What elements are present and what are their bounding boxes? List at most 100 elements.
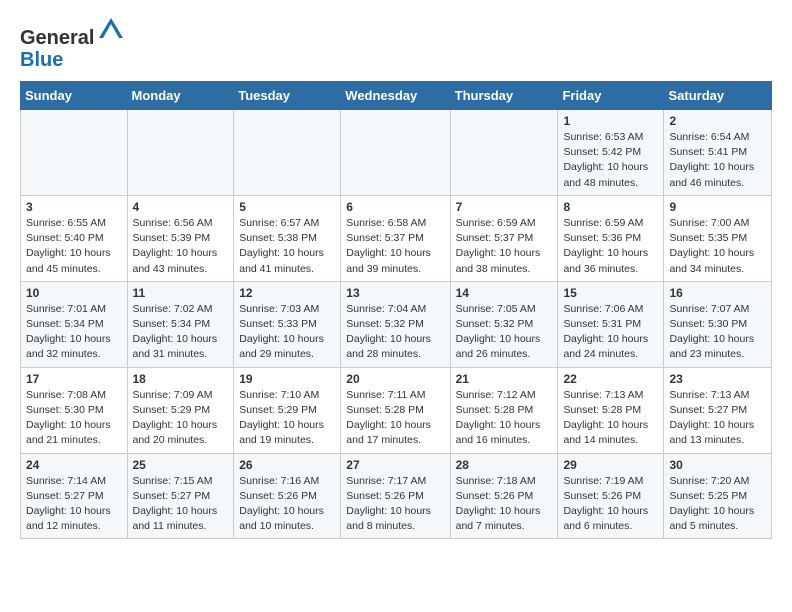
day-number: 18: [133, 372, 229, 386]
day-info: Sunrise: 7:05 AM Sunset: 5:32 PM Dayligh…: [456, 302, 553, 363]
day-number: 1: [563, 114, 658, 128]
calendar-cell: [234, 110, 341, 196]
day-number: 4: [133, 200, 229, 214]
day-number: 24: [26, 458, 122, 472]
calendar-cell: [21, 110, 128, 196]
day-number: 21: [456, 372, 553, 386]
weekday-header: Thursday: [450, 82, 558, 110]
logo-icon: [97, 16, 125, 44]
calendar-cell: 15 Sunrise: 7:06 AM Sunset: 5:31 PM Dayli…: [558, 281, 664, 367]
day-info: Sunrise: 7:02 AM Sunset: 5:34 PM Dayligh…: [133, 302, 229, 363]
day-number: 2: [669, 114, 766, 128]
day-info: Sunrise: 6:56 AM Sunset: 5:39 PM Dayligh…: [133, 216, 229, 277]
calendar-cell: 25Sunrise: 7:15 AM Sunset: 5:27 PM Dayli…: [127, 453, 234, 539]
header: General Blue: [20, 16, 772, 71]
calendar-cell: 9 Sunrise: 7:00 AM Sunset: 5:35 PM Daylig…: [664, 195, 772, 281]
day-number: 12: [239, 286, 335, 300]
calendar-cell: 3 Sunrise: 6:55 AM Sunset: 5:40 PM Daylig…: [21, 195, 128, 281]
calendar-cell: 20 Sunrise: 7:11 AM Sunset: 5:28 PM Dayli…: [341, 367, 450, 453]
day-number: 15: [563, 286, 658, 300]
day-number: 13: [346, 286, 444, 300]
day-number: 8: [563, 200, 658, 214]
day-number: 20: [346, 372, 444, 386]
calendar-cell: 6 Sunrise: 6:58 AM Sunset: 5:37 PM Daylig…: [341, 195, 450, 281]
day-info: Sunrise: 7:06 AM Sunset: 5:31 PM Dayligh…: [563, 302, 658, 363]
calendar-cell: 23 Sunrise: 7:13 AM Sunset: 5:27 PM Dayli…: [664, 367, 772, 453]
calendar-cell: 22 Sunrise: 7:13 AM Sunset: 5:28 PM Dayli…: [558, 367, 664, 453]
logo-general: General: [20, 27, 94, 49]
calendar-cell: 17 Sunrise: 7:08 AM Sunset: 5:30 PM Dayli…: [21, 367, 128, 453]
day-info: Sunrise: 7:01 AM Sunset: 5:34 PM Dayligh…: [26, 302, 122, 363]
calendar-cell: 4 Sunrise: 6:56 AM Sunset: 5:39 PM Daylig…: [127, 195, 234, 281]
day-info: Sunrise: 7:19 AM Sunset: 5:26 PM Dayligh…: [563, 474, 658, 535]
day-number: 23: [669, 372, 766, 386]
day-info: Sunrise: 7:13 AM Sunset: 5:27 PM Dayligh…: [669, 388, 766, 449]
day-info: Sunrise: 6:53 AM Sunset: 5:42 PM Dayligh…: [563, 130, 658, 191]
calendar-cell: 14 Sunrise: 7:05 AM Sunset: 5:32 PM Dayli…: [450, 281, 558, 367]
day-number: 19: [239, 372, 335, 386]
day-info: Sunrise: 7:13 AM Sunset: 5:28 PM Dayligh…: [563, 388, 658, 449]
weekday-header: Saturday: [664, 82, 772, 110]
day-number: 22: [563, 372, 658, 386]
day-info: Sunrise: 7:12 AM Sunset: 5:28 PM Dayligh…: [456, 388, 553, 449]
day-number: 9: [669, 200, 766, 214]
calendar-cell: 28 Sunrise: 7:18 AM Sunset: 5:26 PM Dayli…: [450, 453, 558, 539]
day-number: 7: [456, 200, 553, 214]
calendar-cell: [127, 110, 234, 196]
day-info: Sunrise: 7:03 AM Sunset: 5:33 PM Dayligh…: [239, 302, 335, 363]
weekday-header: Monday: [127, 82, 234, 110]
day-number: 28: [456, 458, 553, 472]
day-number: 5: [239, 200, 335, 214]
calendar-cell: 10 Sunrise: 7:01 AM Sunset: 5:34 PM Dayli…: [21, 281, 128, 367]
calendar-cell: 21 Sunrise: 7:12 AM Sunset: 5:28 PM Dayli…: [450, 367, 558, 453]
day-info: Sunrise: 7:09 AM Sunset: 5:29 PM Dayligh…: [133, 388, 229, 449]
day-info: Sunrise: 7:14 AM Sunset: 5:27 PM Dayligh…: [26, 474, 122, 535]
weekday-header: Friday: [558, 82, 664, 110]
day-info: Sunrise: 6:59 AM Sunset: 5:37 PM Dayligh…: [456, 216, 553, 277]
day-info: Sunrise: 7:15 AM Sunset: 5:27 PM Dayligh…: [133, 474, 229, 535]
calendar-cell: 13 Sunrise: 7:04 AM Sunset: 5:32 PM Dayli…: [341, 281, 450, 367]
calendar-cell: 5Sunrise: 6:57 AM Sunset: 5:38 PM Daylig…: [234, 195, 341, 281]
calendar-cell: [341, 110, 450, 196]
calendar-cell: [450, 110, 558, 196]
day-info: Sunrise: 7:18 AM Sunset: 5:26 PM Dayligh…: [456, 474, 553, 535]
calendar-cell: 1 Sunrise: 6:53 AM Sunset: 5:42 PM Daylig…: [558, 110, 664, 196]
logo: General Blue: [20, 16, 125, 71]
day-info: Sunrise: 7:16 AM Sunset: 5:26 PM Dayligh…: [239, 474, 335, 535]
logo-blue: Blue: [20, 49, 63, 71]
day-number: 11: [133, 286, 229, 300]
day-info: Sunrise: 6:55 AM Sunset: 5:40 PM Dayligh…: [26, 216, 122, 277]
calendar-cell: 7 Sunrise: 6:59 AM Sunset: 5:37 PM Daylig…: [450, 195, 558, 281]
day-number: 3: [26, 200, 122, 214]
weekday-header: Wednesday: [341, 82, 450, 110]
day-info: Sunrise: 6:59 AM Sunset: 5:36 PM Dayligh…: [563, 216, 658, 277]
calendar-cell: 2Sunrise: 6:54 AM Sunset: 5:41 PM Daylig…: [664, 110, 772, 196]
day-number: 6: [346, 200, 444, 214]
day-number: 30: [669, 458, 766, 472]
day-info: Sunrise: 7:00 AM Sunset: 5:35 PM Dayligh…: [669, 216, 766, 277]
day-number: 17: [26, 372, 122, 386]
weekday-header: Tuesday: [234, 82, 341, 110]
calendar-cell: 19Sunrise: 7:10 AM Sunset: 5:29 PM Dayli…: [234, 367, 341, 453]
calendar-cell: 29 Sunrise: 7:19 AM Sunset: 5:26 PM Dayli…: [558, 453, 664, 539]
calendar-cell: 16 Sunrise: 7:07 AM Sunset: 5:30 PM Dayli…: [664, 281, 772, 367]
calendar-cell: 11 Sunrise: 7:02 AM Sunset: 5:34 PM Dayli…: [127, 281, 234, 367]
day-info: Sunrise: 6:58 AM Sunset: 5:37 PM Dayligh…: [346, 216, 444, 277]
calendar-cell: 8 Sunrise: 6:59 AM Sunset: 5:36 PM Daylig…: [558, 195, 664, 281]
day-number: 10: [26, 286, 122, 300]
calendar-cell: 27 Sunrise: 7:17 AM Sunset: 5:26 PM Dayli…: [341, 453, 450, 539]
day-info: Sunrise: 7:08 AM Sunset: 5:30 PM Dayligh…: [26, 388, 122, 449]
day-number: 29: [563, 458, 658, 472]
day-info: Sunrise: 7:20 AM Sunset: 5:25 PM Dayligh…: [669, 474, 766, 535]
calendar-cell: 24 Sunrise: 7:14 AM Sunset: 5:27 PM Dayli…: [21, 453, 128, 539]
day-info: Sunrise: 7:07 AM Sunset: 5:30 PM Dayligh…: [669, 302, 766, 363]
calendar-cell: 30 Sunrise: 7:20 AM Sunset: 5:25 PM Dayli…: [664, 453, 772, 539]
day-number: 26: [239, 458, 335, 472]
day-info: Sunrise: 7:11 AM Sunset: 5:28 PM Dayligh…: [346, 388, 444, 449]
day-info: Sunrise: 7:17 AM Sunset: 5:26 PM Dayligh…: [346, 474, 444, 535]
day-info: Sunrise: 7:04 AM Sunset: 5:32 PM Dayligh…: [346, 302, 444, 363]
day-number: 16: [669, 286, 766, 300]
day-number: 14: [456, 286, 553, 300]
day-number: 27: [346, 458, 444, 472]
weekday-header: Sunday: [21, 82, 128, 110]
